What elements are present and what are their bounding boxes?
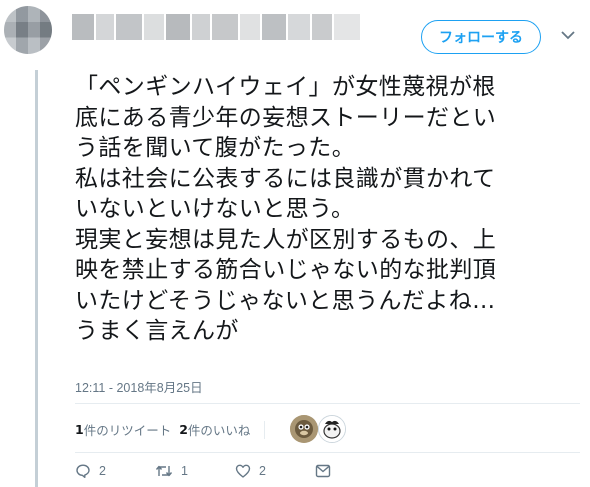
like-count: 2 xyxy=(259,464,266,478)
liker-avatar[interactable] xyxy=(318,415,346,443)
retweet-button[interactable]: 1 xyxy=(155,463,235,479)
tweet-stats: 1 件のリツイート 2 件のいいね xyxy=(75,420,266,439)
thread-line xyxy=(35,70,38,487)
chevron-down-icon[interactable] xyxy=(557,24,579,46)
heart-icon xyxy=(235,464,251,478)
like-stat[interactable]: 2 件のいいね xyxy=(179,420,266,439)
retweet-stat[interactable]: 1 件のリツイート xyxy=(75,420,171,439)
user-name-redacted[interactable] xyxy=(72,14,362,40)
retweet-count: 1 xyxy=(181,464,188,478)
reply-icon xyxy=(76,464,90,478)
liker-avatar[interactable] xyxy=(290,415,318,443)
reply-count: 2 xyxy=(99,464,106,478)
tweet-timestamp[interactable]: 12:11 - 2018年8月25日 xyxy=(75,377,203,396)
envelope-icon xyxy=(315,464,331,478)
like-button[interactable]: 2 xyxy=(235,463,315,479)
divider xyxy=(75,452,580,453)
retweet-icon xyxy=(155,465,173,477)
like-stat-label: 件のいいね xyxy=(187,423,251,438)
tweet-actions: 2 1 2 xyxy=(75,463,395,479)
follow-button[interactable]: フォローする xyxy=(421,20,541,54)
message-button[interactable] xyxy=(315,464,395,478)
divider xyxy=(75,403,580,404)
avatar[interactable] xyxy=(4,6,52,54)
tweet-text: 「ペンギンハイウェイ」が女性蔑視が根 底にある青少年の妄想ストーリーだとい う話… xyxy=(75,74,497,344)
like-stat-count: 2 xyxy=(179,422,188,437)
retweet-stat-label: 件のリツイート xyxy=(83,423,172,438)
stat-separator xyxy=(264,420,266,439)
reply-button[interactable]: 2 xyxy=(75,463,155,479)
retweet-stat-count: 1 xyxy=(75,422,84,437)
